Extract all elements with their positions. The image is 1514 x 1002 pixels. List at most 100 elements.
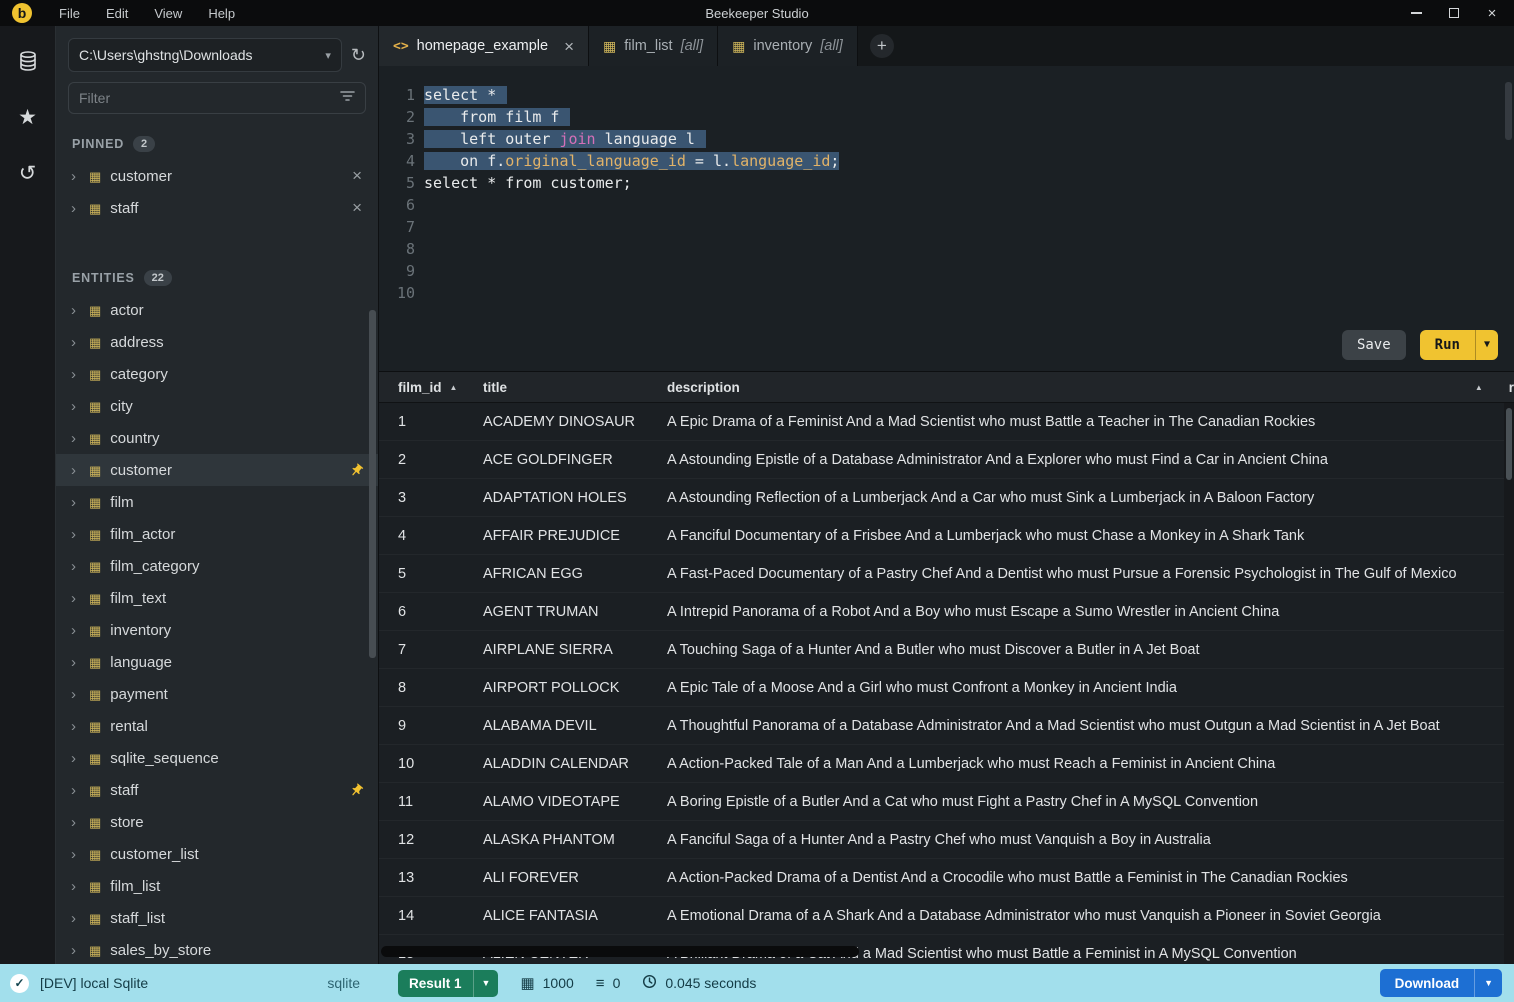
cell-title[interactable]: ALAMO VIDEOTAPE (483, 794, 667, 810)
cell-description[interactable]: A Emotional Drama of a A Shark And a Dat… (667, 897, 1514, 935)
entity-item-staff_list[interactable]: › ▦ staff_list (56, 902, 378, 934)
chevron-right-icon[interactable]: › (71, 879, 80, 894)
entity-item-customer_list[interactable]: › ▦ customer_list (56, 838, 378, 870)
cell-title[interactable]: AIRPLANE SIERRA (483, 642, 667, 658)
result-selector-button[interactable]: Result 1 ▼ (398, 969, 499, 997)
entity-item-address[interactable]: › ▦ address (56, 326, 378, 358)
table-row[interactable]: 9 ALABAMA DEVIL A Thoughtful Panorama of a… (379, 707, 1514, 745)
code-line[interactable] (424, 238, 839, 260)
scrollbar-thumb[interactable] (1506, 408, 1512, 480)
pinned-item-customer[interactable]: › ▦ customer × (56, 160, 378, 192)
entity-item-category[interactable]: › ▦ category (56, 358, 378, 390)
chevron-right-icon[interactable]: › (71, 911, 80, 926)
entity-item-country[interactable]: › ▦ country (56, 422, 378, 454)
chevron-right-icon[interactable]: › (71, 815, 80, 830)
cell-description[interactable]: A Epic Drama of a Feminist And a Mad Sci… (667, 403, 1514, 441)
cell-description[interactable]: A Thoughtful Panorama of a Database Admi… (667, 707, 1514, 745)
download-button[interactable]: Download ▼ (1379, 969, 1502, 997)
database-icon[interactable] (13, 46, 43, 76)
chevron-right-icon[interactable]: › (71, 687, 80, 702)
connection-dropdown[interactable]: C:\Users\ghstng\Downloads ▾ (68, 38, 342, 72)
entity-item-language[interactable]: › ▦ language (56, 646, 378, 678)
results-horizontal-scrollbar[interactable] (381, 946, 859, 957)
cell-film-id[interactable]: 2 (379, 452, 483, 468)
table-row[interactable]: 14 ALICE FANTASIA A Emotional Drama of a A… (379, 897, 1514, 935)
pin-icon[interactable] (349, 783, 364, 798)
sidebar-scrollbar[interactable] (369, 310, 376, 658)
entity-item-customer[interactable]: › ▦ customer (56, 454, 378, 486)
code-line[interactable] (424, 260, 839, 282)
minimize-button[interactable] (1400, 2, 1432, 24)
chevron-right-icon[interactable]: › (71, 751, 80, 766)
code-line[interactable]: from film f (424, 106, 839, 128)
code-line[interactable]: on f.original_language_id = l.language_i… (424, 150, 840, 172)
entity-item-film[interactable]: › ▦ film (56, 486, 378, 518)
chevron-right-icon[interactable]: › (71, 559, 80, 574)
cell-title[interactable]: AGENT TRUMAN (483, 604, 667, 620)
cell-description[interactable]: A Boring Epistle of a Butler And a Cat w… (667, 783, 1514, 821)
filter-input[interactable] (79, 90, 340, 106)
entity-item-rental[interactable]: › ▦ rental (56, 710, 378, 742)
cell-title[interactable]: ACE GOLDFINGER (483, 452, 667, 468)
cell-film-id[interactable]: 12 (379, 832, 483, 848)
chevron-right-icon[interactable]: › (71, 495, 80, 510)
maximize-button[interactable] (1438, 2, 1470, 24)
chevron-right-icon[interactable]: › (71, 847, 80, 862)
entity-item-sales_by_store[interactable]: › ▦ sales_by_store (56, 934, 378, 964)
cell-film-id[interactable]: 1 (379, 414, 483, 430)
table-row[interactable]: 4 AFFAIR PREJUDICE A Fanciful Documentary … (379, 517, 1514, 555)
cell-description[interactable]: A Fanciful Documentary of a Frisbee And … (667, 517, 1514, 555)
menu-view[interactable]: View (141, 6, 195, 21)
favorites-star-icon[interactable]: ★ (13, 102, 43, 132)
code-line[interactable]: select * from customer; (424, 172, 839, 194)
cell-film-id[interactable]: 7 (379, 642, 483, 658)
unpin-close-icon[interactable]: × (352, 198, 362, 218)
code-line[interactable] (424, 282, 839, 304)
close-window-button[interactable]: × (1476, 2, 1508, 24)
chevron-right-icon[interactable]: › (71, 463, 80, 478)
chevron-right-icon[interactable]: › (71, 591, 80, 606)
table-row[interactable]: 11 ALAMO VIDEOTAPE A Boring Epistle of a B… (379, 783, 1514, 821)
chevron-right-icon[interactable]: › (71, 943, 80, 958)
entity-item-sqlite_sequence[interactable]: › ▦ sqlite_sequence (56, 742, 378, 774)
cell-description[interactable]: A Fast-Paced Documentary of a Pastry Che… (667, 555, 1514, 593)
chevron-right-icon[interactable]: › (71, 201, 80, 216)
table-row[interactable]: 2 ACE GOLDFINGER A Astounding Epistle of a… (379, 441, 1514, 479)
clipped-column-header[interactable]: ▲ r (1467, 372, 1514, 402)
tab-homepage_example[interactable]: <> homepage_example × (379, 26, 589, 66)
run-button[interactable]: Run ▼ (1419, 330, 1498, 360)
entity-item-payment[interactable]: › ▦ payment (56, 678, 378, 710)
entity-item-film_actor[interactable]: › ▦ film_actor (56, 518, 378, 550)
tab-film_list[interactable]: ▦ film_list [all] (589, 26, 719, 66)
chevron-right-icon[interactable]: › (71, 399, 80, 414)
table-row[interactable]: 6 AGENT TRUMAN A Intrepid Panorama of a Ro… (379, 593, 1514, 631)
cell-title[interactable]: ALI FOREVER (483, 870, 667, 886)
cell-film-id[interactable]: 14 (379, 908, 483, 924)
cell-description[interactable]: A Action-Packed Tale of a Man And a Lumb… (667, 745, 1514, 783)
chevron-right-icon[interactable]: › (71, 623, 80, 638)
table-row[interactable]: 3 ADAPTATION HOLES A Astounding Reflection… (379, 479, 1514, 517)
entity-item-store[interactable]: › ▦ store (56, 806, 378, 838)
cell-film-id[interactable]: 3 (379, 490, 483, 506)
cell-description[interactable]: A Astounding Epistle of a Database Admin… (667, 441, 1514, 479)
cell-title[interactable]: ALICE FANTASIA (483, 908, 667, 924)
column-header-description[interactable]: description (667, 380, 1454, 395)
cell-description[interactable]: A Intrepid Panorama of a Robot And a Boy… (667, 593, 1514, 631)
entity-item-city[interactable]: › ▦ city (56, 390, 378, 422)
code-line[interactable] (424, 216, 839, 238)
code-line[interactable]: select * (424, 84, 839, 106)
chevron-right-icon[interactable]: › (71, 527, 80, 542)
chevron-right-icon[interactable]: › (71, 169, 80, 184)
results-vertical-scrollbar[interactable] (1504, 403, 1514, 964)
chevron-right-icon[interactable]: › (71, 335, 80, 350)
entity-item-staff[interactable]: › ▦ staff (56, 774, 378, 806)
entity-item-inventory[interactable]: › ▦ inventory (56, 614, 378, 646)
table-row[interactable]: 13 ALI FOREVER A Action-Packed Drama of a … (379, 859, 1514, 897)
chevron-right-icon[interactable]: › (71, 431, 80, 446)
close-tab-icon[interactable]: × (564, 38, 574, 55)
pinned-item-staff[interactable]: › ▦ staff × (56, 192, 378, 224)
table-row[interactable]: 7 AIRPLANE SIERRA A Touching Saga of a Hun… (379, 631, 1514, 669)
cell-description[interactable]: A Action-Packed Drama of a Dentist And a… (667, 859, 1514, 897)
cell-film-id[interactable]: 4 (379, 528, 483, 544)
history-icon[interactable]: ↺ (13, 158, 43, 188)
